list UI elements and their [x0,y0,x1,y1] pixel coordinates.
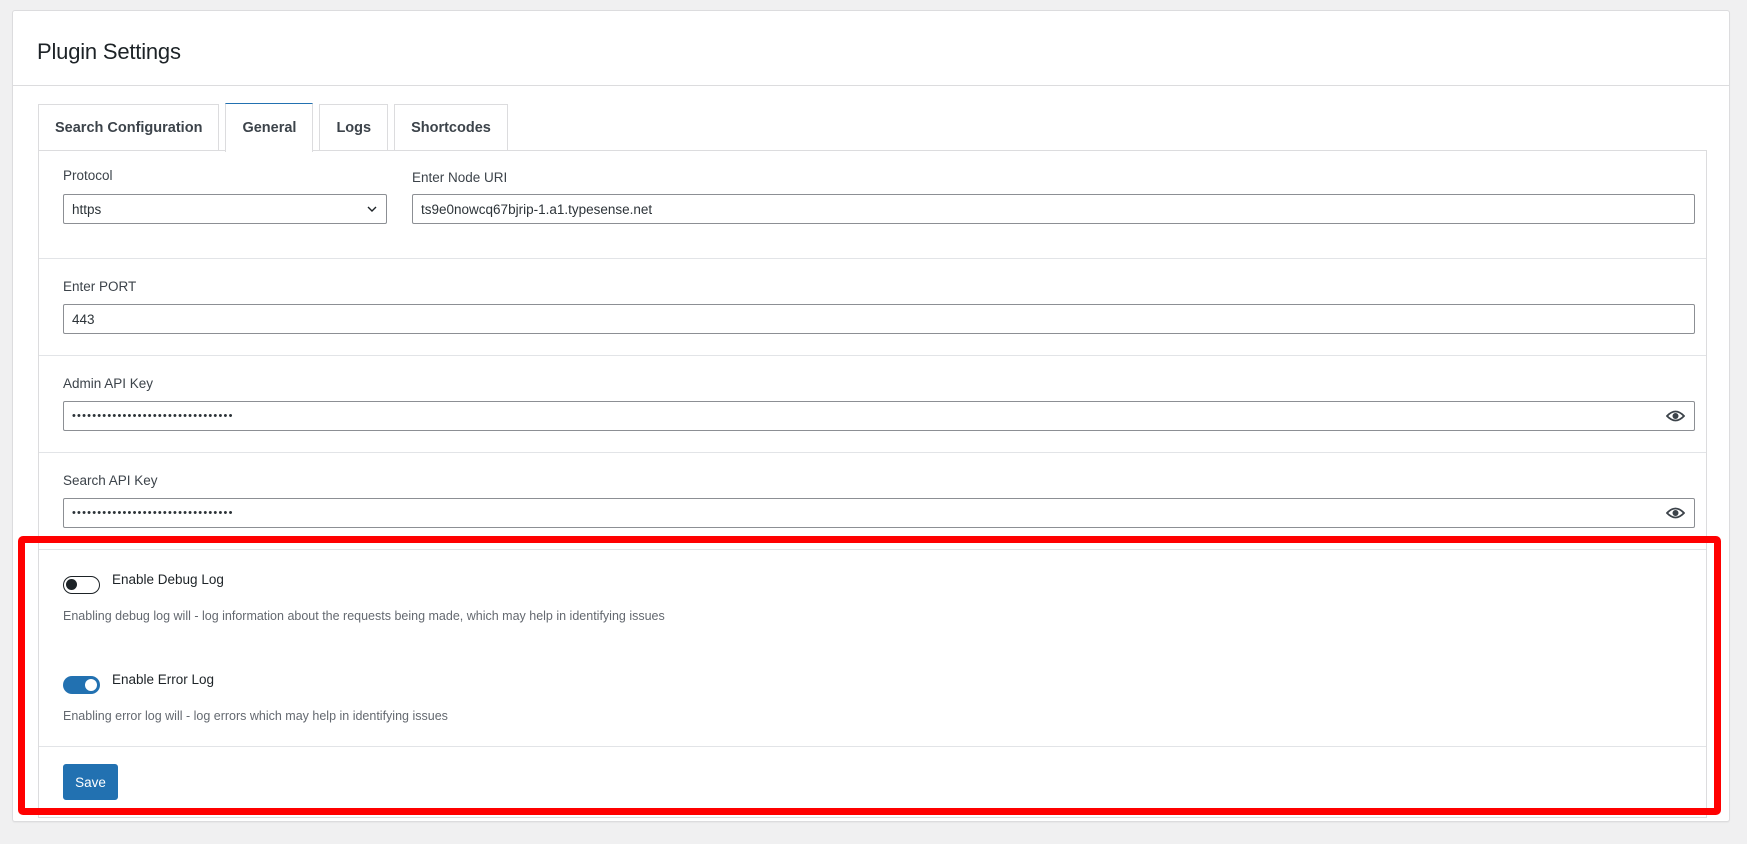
protocol-field-group: Protocol https [63,168,387,224]
node-uri-field-group: Enter Node URI ts9e0nowcq67bjrip-1.a1.ty… [412,170,1695,224]
save-section: Save [39,747,1706,817]
search-api-key-section: Search API Key •••••••••••••••••••••••••… [39,453,1706,550]
plugin-settings-card: Plugin Settings Search Configuration Gen… [12,10,1730,822]
search-api-key-input[interactable]: •••••••••••••••••••••••••••••••• [63,498,1695,528]
card-header: Plugin Settings [13,11,1729,86]
toggle-knob [85,679,97,691]
debug-log-description: Enabling debug log will - log informatio… [63,609,665,623]
connection-section: Protocol https Enter Node URI ts9e0nowcq… [39,151,1706,259]
error-log-row: Enable Error Log [63,672,1682,694]
error-log-label: Enable Error Log [112,672,215,687]
page-title: Plugin Settings [37,39,181,64]
protocol-label: Protocol [63,168,113,183]
save-button[interactable]: Save [63,764,118,800]
protocol-selected-value: https [72,201,102,217]
node-uri-input[interactable]: ts9e0nowcq67bjrip-1.a1.typesense.net [412,194,1695,224]
admin-api-key-masked-value: •••••••••••••••••••••••••••••••• [72,410,234,422]
eye-icon[interactable] [1666,409,1686,423]
port-input[interactable]: 443 [63,304,1695,334]
admin-api-key-section: Admin API Key ••••••••••••••••••••••••••… [39,356,1706,453]
tab-general[interactable]: General [225,103,314,153]
settings-tabs: Search Configuration General Logs Shortc… [38,103,514,153]
debug-log-toggle[interactable] [63,576,100,594]
toggle-knob [66,579,77,590]
error-log-toggle[interactable] [63,676,100,694]
chevron-down-icon [366,203,378,215]
node-uri-label: Enter Node URI [412,170,508,185]
search-api-key-label: Search API Key [63,473,158,488]
tab-search-configuration[interactable]: Search Configuration [38,104,220,151]
port-section: Enter PORT 443 [39,259,1706,356]
debug-log-row: Enable Debug Log [63,572,1682,594]
eye-icon[interactable] [1666,506,1686,520]
port-label: Enter PORT [63,279,137,294]
logging-section: Enable Debug Log Enabling debug log will… [39,550,1706,747]
general-tab-panel: Protocol https Enter Node URI ts9e0nowcq… [38,150,1707,818]
tab-shortcodes[interactable]: Shortcodes [394,104,508,151]
admin-api-key-input[interactable]: •••••••••••••••••••••••••••••••• [63,401,1695,431]
search-api-key-masked-value: •••••••••••••••••••••••••••••••• [72,507,234,519]
tab-logs[interactable]: Logs [319,104,389,151]
error-log-description: Enabling error log will - log errors whi… [63,709,448,723]
debug-log-label: Enable Debug Log [112,572,224,587]
protocol-select[interactable]: https [63,194,387,224]
admin-api-key-label: Admin API Key [63,376,154,391]
